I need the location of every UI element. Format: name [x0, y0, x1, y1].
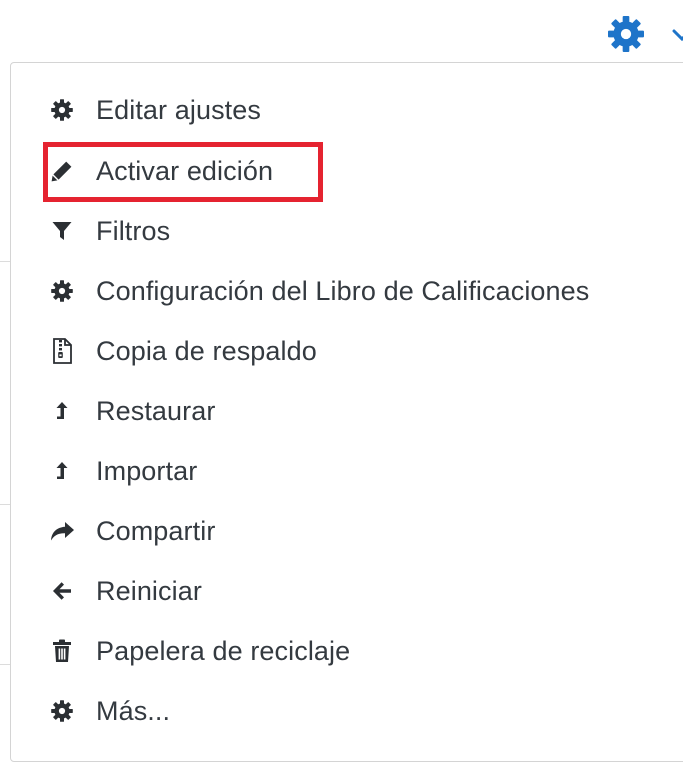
menu-item-label: Reiniciar: [96, 575, 202, 606]
level-up-icon: [48, 397, 76, 425]
menu-item-label: Activar edición: [96, 155, 274, 186]
level-up-icon: [48, 457, 76, 485]
menu-item-import[interactable]: Importar: [48, 449, 197, 493]
gear-icon: [48, 277, 76, 305]
caret-down-icon[interactable]: [672, 22, 683, 46]
file-archive-icon: [48, 337, 76, 365]
share-icon: [48, 517, 76, 545]
menu-item-label: Papelera de reciclaje: [96, 635, 351, 666]
pencil-icon: [48, 157, 76, 185]
menu-item-gradebook-setup[interactable]: Configuración del Libro de Calificacione…: [48, 269, 589, 313]
menu-item-label: Filtros: [96, 215, 171, 246]
menu-item-label: Importar: [96, 455, 198, 486]
gear-icon: [48, 96, 76, 124]
settings-menu-button[interactable]: [606, 14, 646, 54]
menu-item-backup[interactable]: Copia de respaldo: [48, 329, 317, 373]
arrow-left-icon: [48, 577, 76, 605]
menu-item-share[interactable]: Compartir: [48, 509, 215, 553]
menu-item-label: Restaurar: [96, 395, 216, 426]
menu-item-edit-settings[interactable]: Editar ajustes: [48, 88, 261, 132]
menu-item-reset[interactable]: Reiniciar: [48, 569, 202, 613]
trash-icon: [48, 637, 76, 665]
menu-item-filters[interactable]: Filtros: [48, 209, 170, 253]
gear-icon: [48, 697, 76, 725]
menu-item-recycle-bin[interactable]: Papelera de reciclaje: [48, 629, 350, 673]
menu-item-turn-editing-on[interactable]: Activar edición: [48, 149, 273, 193]
menu-item-restore[interactable]: Restaurar: [48, 389, 215, 433]
menu-item-label: Editar ajustes: [96, 94, 261, 125]
menu-item-label: Compartir: [96, 515, 216, 546]
menu-item-more[interactable]: Más...: [48, 689, 170, 733]
menu-item-label: Configuración del Libro de Calificacione…: [96, 275, 590, 306]
filter-icon: [48, 217, 76, 245]
gear-icon: [608, 16, 644, 52]
menu-item-label: Copia de respaldo: [96, 335, 317, 366]
menu-item-label: Más...: [96, 695, 171, 726]
